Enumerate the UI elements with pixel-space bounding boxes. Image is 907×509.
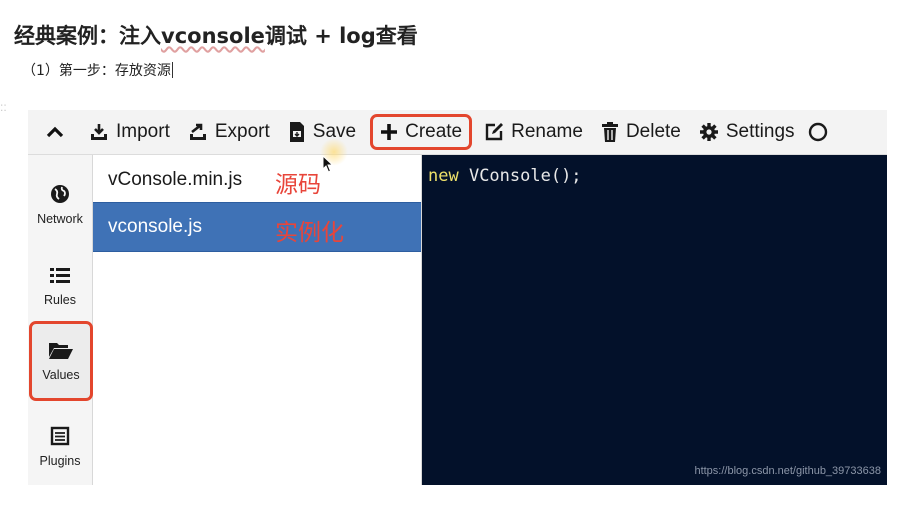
watermark: https://blog.csdn.net/github_39733638 (694, 465, 881, 477)
code-editor[interactable]: new VConsole(); https://blog.csdn.net/gi… (422, 155, 887, 485)
export-label: Export (214, 121, 270, 142)
code-keyword: new (428, 166, 459, 186)
plugins-icon (50, 426, 70, 446)
mouse-pointer-icon (322, 155, 334, 173)
title-spellcheck-word: vconsole (161, 24, 265, 48)
help-button-partial[interactable] (804, 115, 837, 149)
sidebar-item-label: Plugins (39, 454, 81, 468)
step-heading[interactable]: （1）第一步：存放资源 (22, 60, 173, 80)
rename-button[interactable]: Rename (475, 115, 592, 149)
export-button[interactable]: Export (179, 115, 279, 149)
title-text-prefix: 经典案例：注入 (14, 24, 161, 48)
sidebar-item-network[interactable]: Network (28, 167, 92, 243)
delete-button[interactable]: Delete (592, 115, 690, 149)
sidebar-item-values[interactable]: Values (29, 321, 93, 401)
file-name: vconsole.js (108, 216, 202, 237)
list-icon (50, 268, 70, 283)
gutter-drag-handle[interactable]: :: (0, 100, 7, 114)
annotation-source: 源码 (275, 172, 321, 198)
annotation-instantiate: 实例化 (275, 220, 344, 246)
code-text: VConsole(); (458, 166, 582, 186)
sidebar-item-rules[interactable]: Rules (28, 249, 92, 325)
import-button[interactable]: Import (80, 115, 179, 149)
sidebar-item-plugins[interactable]: Plugins (28, 409, 92, 485)
import-label: Import (116, 121, 170, 142)
delete-label: Delete (625, 121, 681, 142)
folder-open-icon (49, 343, 73, 359)
toolbar: Import Export Save Create Rename Delete … (28, 110, 887, 155)
trash-icon (601, 122, 618, 142)
help-icon (808, 122, 827, 142)
save-icon (289, 122, 304, 142)
sidebar-item-label: Rules (44, 293, 76, 307)
whistle-app-screenshot: Import Export Save Create Rename Delete … (28, 110, 887, 485)
value-file-list: vConsole.min.js vconsole.js 源码 实例化 (93, 155, 422, 485)
plus-icon (381, 124, 398, 140)
settings-label: Settings (725, 121, 795, 142)
step-text: （1）第一步：存放资源 (22, 63, 171, 79)
rename-label: Rename (511, 121, 583, 142)
export-icon (189, 123, 206, 140)
gear-icon (699, 123, 718, 141)
list-item[interactable]: vconsole.js (93, 202, 421, 252)
sidebar-item-label: Network (37, 212, 83, 226)
create-label: Create (405, 121, 463, 142)
globe-icon (51, 185, 69, 203)
import-icon (91, 124, 107, 140)
collapse-button[interactable] (28, 110, 82, 154)
sidebar: Network Rules Values Plugins (28, 155, 93, 485)
chevron-up-icon (46, 126, 64, 138)
list-item[interactable]: vConsole.min.js (93, 155, 421, 205)
text-caret (171, 62, 173, 78)
settings-button[interactable]: Settings (690, 115, 804, 149)
create-button[interactable]: Create (370, 114, 473, 150)
title-text-suffix: 调试 + log查看 (264, 24, 418, 48)
sidebar-item-label: Values (42, 368, 80, 382)
edit-icon (485, 123, 504, 141)
article-title: 经典案例：注入vconsole调试 + log查看 (14, 20, 418, 50)
code-line: new VConsole(); (428, 166, 582, 186)
file-name: vConsole.min.js (108, 169, 243, 190)
